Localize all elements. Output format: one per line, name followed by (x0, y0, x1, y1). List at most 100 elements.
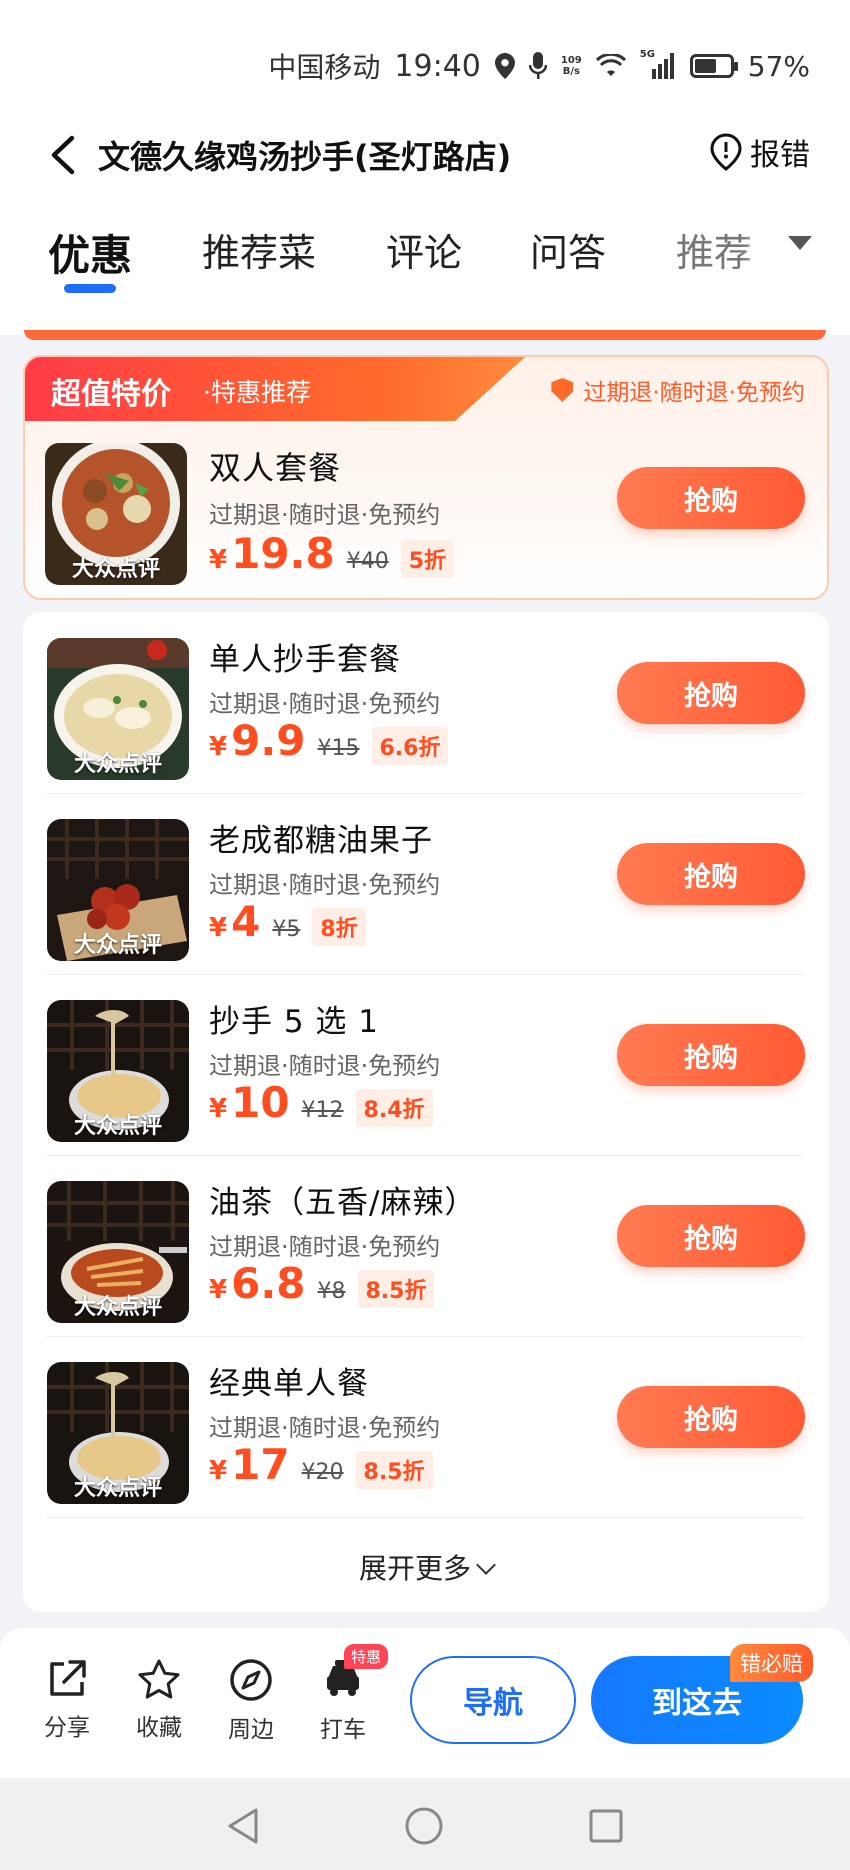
buy-button[interactable]: 抢购 (617, 662, 805, 724)
original-price: ¥40 (346, 549, 389, 574)
taxi-promo-badge: 特惠 (344, 1644, 389, 1669)
buy-button[interactable]: 抢购 (617, 1386, 805, 1448)
deal-tags: 过期退·随时退·免预约 (209, 871, 441, 899)
signal-indicator: 5G (640, 49, 676, 79)
star-icon (138, 1659, 180, 1699)
deal-name[interactable]: 老成都糖油果子 (209, 815, 433, 860)
system-home-icon[interactable] (404, 1806, 444, 1846)
taxi-button[interactable]: 打车 (308, 1658, 378, 1744)
clock: 19:40 (394, 48, 481, 84)
featured-ribbon-title: 超值特价 (51, 377, 171, 412)
deal-image[interactable]: 大众点评 (45, 443, 187, 585)
divider (47, 974, 804, 975)
alert-pin-icon (710, 133, 742, 171)
page-title: 文德久缘鸡汤抄手(圣灯路店) (98, 138, 512, 176)
currency-symbol: ¥ (209, 732, 228, 762)
deal-name[interactable]: 双人套餐 (209, 443, 341, 489)
deal-list: 大众点评 单人抄手套餐 过期退·随时退·免预约 ¥ 9.9 ¥15 6.6折 抢… (23, 612, 829, 1612)
deal-name[interactable]: 经典单人餐 (209, 1358, 369, 1403)
price-line: ¥ 9.9 ¥15 6.6折 (209, 716, 449, 765)
buy-button[interactable]: 抢购 (617, 1024, 805, 1086)
deal-name[interactable]: 单人抄手套餐 (209, 634, 401, 679)
system-recents-icon[interactable] (588, 1808, 624, 1844)
buy-button[interactable]: 抢购 (617, 467, 805, 529)
discount-badge: 8.5折 (357, 1270, 435, 1308)
compass-icon (230, 1659, 272, 1701)
share-label: 分享 (44, 1715, 90, 1741)
price-line: ¥ 4 ¥5 8折 (209, 897, 366, 946)
navigate-button[interactable]: 导航 (410, 1656, 576, 1744)
taxi-label: 打车 (320, 1717, 366, 1743)
microphone-icon (528, 52, 547, 79)
tab-reviews[interactable]: 评论 (386, 222, 462, 277)
watermark: 大众点评 (73, 933, 162, 958)
original-price: ¥5 (272, 917, 301, 942)
divider (47, 1155, 804, 1156)
buy-button[interactable]: 抢购 (617, 843, 805, 905)
buy-button[interactable]: 抢购 (617, 1205, 805, 1267)
watermark: 大众点评 (73, 1295, 162, 1320)
previous-card-edge (24, 330, 826, 340)
deal-image[interactable]: 大众点评 (47, 1362, 189, 1504)
featured-deal-card: 超值特价 ·特惠推荐 过期退·随时退·免预约 大众点评 双人套餐 过期退·随时退… (23, 355, 829, 600)
back-arrow-icon[interactable] (44, 132, 84, 178)
tab-bar: 优惠 推荐菜 评论 问答 推荐 (0, 200, 850, 335)
favorite-label: 收藏 (136, 1715, 182, 1741)
tab-qa[interactable]: 问答 (530, 222, 606, 277)
status-bar: 中国移动 19:40 109 B/s 5G 57% (0, 0, 850, 110)
deal-image[interactable]: 大众点评 (47, 638, 189, 780)
share-button[interactable]: 分享 (32, 1658, 102, 1742)
deal-price: 10 (231, 1078, 290, 1127)
currency-symbol: ¥ (209, 1094, 228, 1124)
discount-badge: 6.6折 (371, 727, 449, 765)
currency-symbol: ¥ (209, 913, 228, 943)
original-price: ¥8 (317, 1279, 346, 1304)
carrier: 中国移动 (268, 51, 381, 84)
tab-recommended-dishes[interactable]: 推荐菜 (202, 222, 316, 277)
deal-price: 17 (231, 1440, 290, 1489)
discount-badge: 8.4折 (355, 1089, 433, 1127)
battery-percent: 57% (747, 49, 810, 83)
deal-price: 19.8 (231, 529, 335, 578)
deal-image[interactable]: 大众点评 (47, 819, 189, 961)
deal-tags: 过期退·随时退·免预约 (209, 501, 441, 529)
featured-guarantee: 过期退·随时退·免预约 (551, 373, 805, 407)
tab-more-dropdown-icon[interactable] (788, 236, 812, 250)
system-back-icon[interactable] (224, 1806, 262, 1846)
original-price: ¥15 (317, 736, 360, 761)
battery-fill (694, 59, 716, 73)
favorite-button[interactable]: 收藏 (124, 1658, 194, 1742)
wifi-icon (595, 54, 626, 76)
watermark: 大众点评 (73, 1476, 162, 1501)
watermark: 大众点评 (71, 557, 160, 582)
deal-name[interactable]: 油茶（五香/麻辣） (209, 1177, 476, 1222)
deal-price: 9.9 (231, 716, 306, 765)
deal-price: 4 (231, 897, 261, 946)
deal-image[interactable]: 大众点评 (47, 1000, 189, 1142)
currency-symbol: ¥ (209, 545, 228, 575)
header: 文德久缘鸡汤抄手(圣灯路店) 报错 (0, 110, 850, 200)
deal-tags: 过期退·随时退·免预约 (209, 1233, 441, 1261)
divider (47, 1336, 804, 1337)
nearby-button[interactable]: 周边 (216, 1658, 286, 1744)
expand-more-label: 展开更多 (358, 1552, 471, 1585)
deal-image[interactable]: 大众点评 (47, 1181, 189, 1323)
discount-badge: 8.5折 (355, 1451, 433, 1489)
deal-tags: 过期退·随时退·免预约 (209, 1052, 441, 1080)
tab-deals[interactable]: 优惠 (48, 222, 132, 283)
price-line: ¥ 19.8 ¥40 5折 (209, 529, 455, 578)
report-error-button[interactable]: 报错 (710, 130, 810, 174)
featured-guarantee-text: 过期退·随时退·免预约 (583, 380, 805, 406)
deal-tags: 过期退·随时退·免预约 (209, 1414, 441, 1442)
tab-active-indicator (64, 284, 116, 293)
original-price: ¥20 (301, 1460, 344, 1485)
discount-badge: 8折 (312, 908, 366, 946)
expand-more-button[interactable]: 展开更多 (23, 1547, 829, 1587)
report-label: 报错 (750, 138, 810, 173)
original-price: ¥12 (301, 1098, 344, 1123)
network-speed: 109 B/s (561, 55, 582, 77)
discount-badge: 5折 (400, 540, 455, 578)
location-icon (494, 53, 515, 79)
currency-symbol: ¥ (209, 1456, 228, 1486)
deal-name[interactable]: 抄手 5 选 1 (209, 996, 379, 1041)
